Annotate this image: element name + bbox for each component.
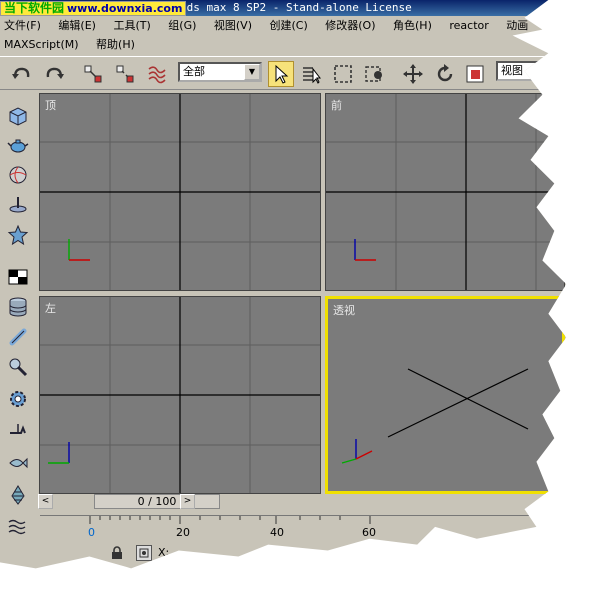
select-link-icon[interactable] — [80, 61, 106, 87]
menu-edit[interactable]: 编辑(E) — [58, 19, 96, 32]
axis-tripod-icon — [341, 439, 373, 464]
viewport-left[interactable]: 左 — [39, 296, 321, 494]
time-slider[interactable]: 0 / 100 — [94, 494, 220, 509]
x-coordinate-label: X: — [158, 546, 170, 559]
menu-reactor[interactable]: reactor — [449, 19, 488, 32]
menu-create[interactable]: 创建(C) — [270, 19, 308, 32]
logo-text: 当下软件园 — [4, 1, 65, 15]
selection-filter-value: 全部 — [183, 65, 205, 78]
wrench-icon[interactable] — [5, 418, 31, 444]
viewport-grid — [326, 94, 564, 290]
clamp-icon[interactable] — [5, 354, 31, 380]
viewport-perspective[interactable]: 透视 — [325, 296, 565, 494]
ruler-tick-label: 20 — [176, 526, 190, 539]
menu-maxscript[interactable]: MAXScript(M) — [4, 38, 79, 51]
watermark-logo: 当下软件园 www.downxia.com — [0, 1, 187, 16]
screenshot: 3ds max 8 SP2 - Stand-alone License 当下软件… — [0, 0, 596, 592]
menu-bar-row-2: MAXScript(M) 帮助(H) — [4, 36, 149, 54]
ruler-tick-label: 40 — [270, 526, 284, 539]
menu-animation[interactable]: 动画 — [506, 19, 528, 32]
move-icon[interactable] — [400, 61, 426, 87]
rotate-icon[interactable] — [432, 61, 458, 87]
scale-icon[interactable] — [462, 61, 488, 87]
bone-icon[interactable] — [5, 324, 31, 350]
title-license: - Stand-alone License — [272, 1, 412, 14]
ruler-tick-label: 60 — [362, 526, 376, 539]
selection-filter-dropdown[interactable]: 全部 ▼ — [178, 62, 262, 82]
ruler-tick-label: 0 — [88, 526, 95, 539]
pinecone-icon[interactable] — [5, 482, 31, 508]
status-bar: X: — [40, 542, 560, 564]
cylinder-icon[interactable] — [5, 294, 31, 320]
chevron-left-icon[interactable]: < — [38, 494, 53, 509]
menu-character[interactable]: 角色(H) — [393, 19, 432, 32]
absolute-mode-icon[interactable] — [136, 545, 152, 561]
plane-icon[interactable] — [5, 192, 31, 218]
main-toolbar: 全部 ▼ 视图 — [0, 56, 567, 90]
viewport-label-perspective: 透视 — [333, 304, 355, 317]
window-crossing-icon[interactable] — [362, 61, 388, 87]
checker-icon[interactable] — [5, 264, 31, 290]
reference-coordinate-dropdown[interactable]: 视图 — [496, 61, 556, 81]
sphere-icon[interactable] — [5, 162, 31, 188]
reference-coordinate-value: 视图 — [501, 64, 523, 77]
logo-url: www.downxia.com — [67, 2, 183, 15]
menu-group[interactable]: 组(G) — [168, 19, 196, 32]
teapot-icon[interactable] — [5, 132, 31, 158]
bind-spacewarp-icon[interactable] — [144, 61, 170, 87]
viewport-label-left: 左 — [45, 302, 56, 315]
menu-help[interactable]: 帮助(H) — [96, 38, 135, 51]
select-object-icon[interactable] — [268, 61, 294, 87]
menu-tools[interactable]: 工具(T) — [113, 19, 150, 32]
fish-icon[interactable] — [5, 450, 31, 476]
viewport-grid — [341, 368, 529, 464]
command-panel-tabs — [0, 92, 36, 542]
star-icon[interactable] — [5, 222, 31, 248]
viewport-grid — [40, 297, 320, 493]
rect-region-icon[interactable] — [330, 61, 356, 87]
gear-icon[interactable] — [5, 386, 31, 412]
time-slider-bar: < 0 / 100 > — [38, 494, 558, 510]
menu-views[interactable]: 视图(V) — [214, 19, 252, 32]
ruler-ticks — [89, 516, 371, 524]
undo-icon[interactable] — [8, 61, 34, 87]
viewport-label-front: 前 — [331, 99, 342, 112]
viewport-label-top: 顶 — [45, 99, 56, 112]
unlink-icon[interactable] — [112, 61, 138, 87]
lock-icon[interactable] — [110, 546, 124, 563]
title-product: 3ds max 8 SP2 — [180, 1, 267, 14]
viewport-grid — [40, 94, 320, 290]
viewport-front[interactable]: 前 — [325, 93, 565, 291]
menu-modifiers[interactable]: 修改器(O) — [325, 19, 375, 32]
viewport-top[interactable]: 顶 — [39, 93, 321, 291]
menu-bar-row-1: 文件(F) 编辑(E) 工具(T) 组(G) 视图(V) 创建(C) 修改器(O… — [4, 17, 542, 35]
frame-display: 0 / 100 — [137, 495, 177, 508]
box-icon[interactable] — [5, 102, 31, 128]
app-window: 3ds max 8 SP2 - Stand-alone License 当下软件… — [0, 0, 567, 569]
redo-icon[interactable] — [42, 61, 68, 87]
chevron-right-icon[interactable]: > — [180, 494, 195, 509]
menu-file[interactable]: 文件(F) — [4, 19, 41, 32]
chevron-down-icon[interactable]: ▼ — [244, 64, 260, 80]
wave-icon[interactable] — [5, 512, 31, 538]
select-by-name-icon[interactable] — [298, 61, 324, 87]
track-bar-ruler[interactable]: 0 20 40 60 — [40, 515, 560, 541]
